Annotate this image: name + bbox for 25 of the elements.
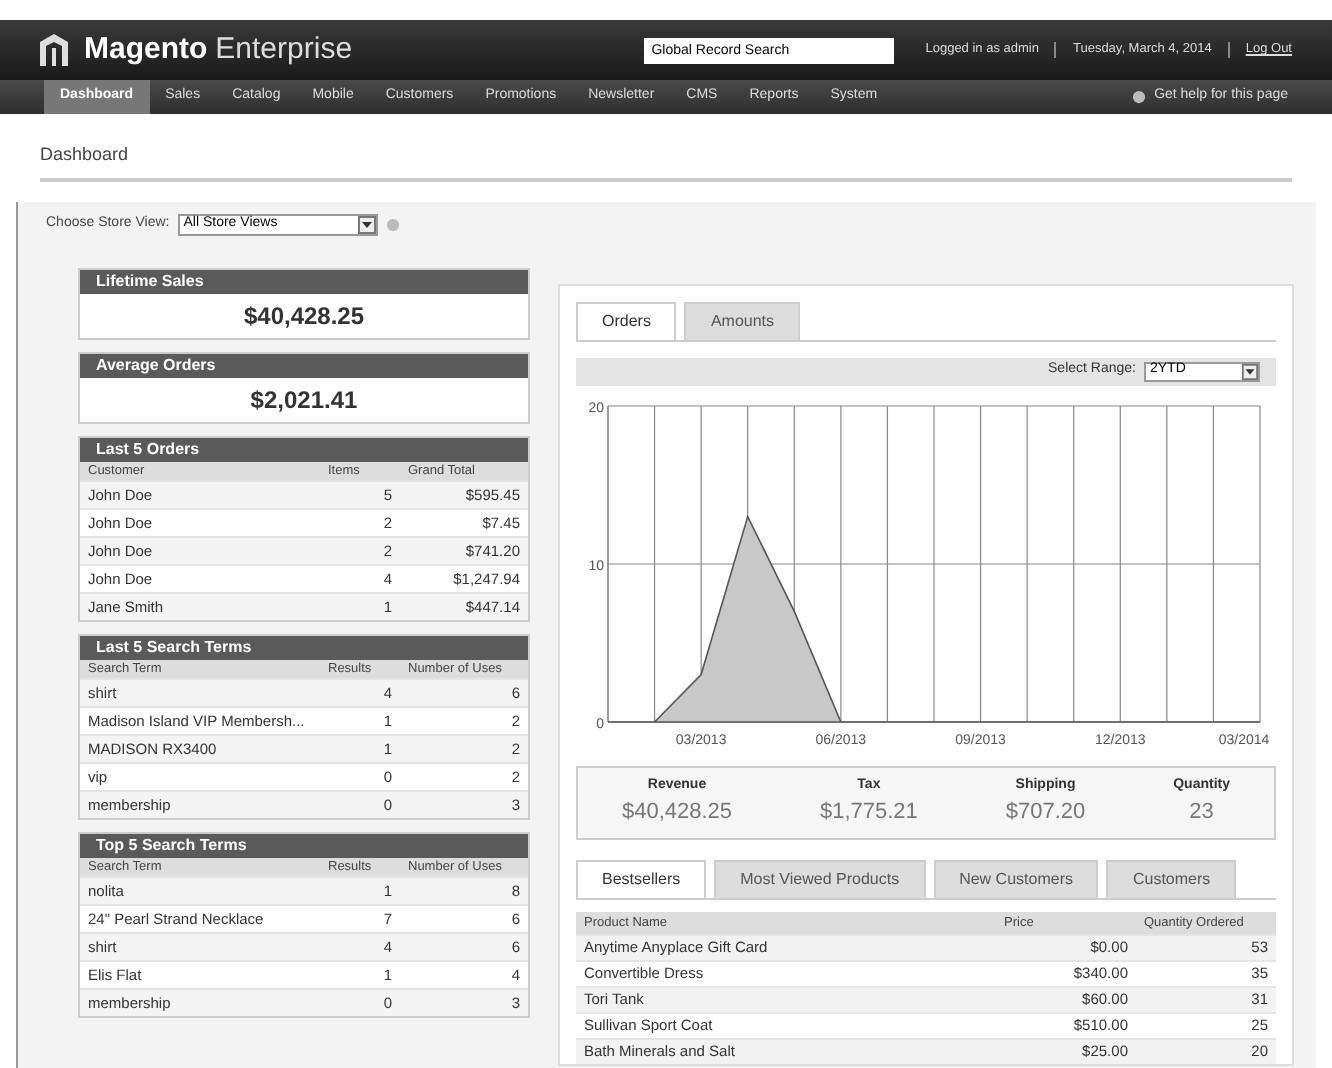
total-value: $1,775.21 — [819, 798, 918, 828]
tab[interactable]: Most Viewed Products — [714, 859, 926, 897]
stat-value: $2,021.41 — [248, 383, 360, 417]
tab[interactable]: Amounts — [684, 301, 801, 339]
logo-icon — [40, 34, 68, 66]
widget-title: Top 5 Search Terms — [80, 833, 528, 857]
total-value: $707.20 — [1005, 798, 1086, 828]
widget-title: Last 5 Orders — [80, 437, 528, 461]
total-value: $40,428.25 — [621, 798, 733, 828]
total-value: 23 — [1189, 798, 1214, 828]
dropdown-arrow-icon — [357, 215, 376, 233]
stat-value: $40,428.25 — [241, 299, 367, 333]
tab[interactable]: Customers — [1106, 859, 1237, 897]
tab[interactable]: Orders — [576, 301, 677, 339]
tab[interactable]: Bestsellers — [576, 859, 707, 897]
logo-suffix: Enterprise — [215, 29, 353, 70]
widget-title: Last 5 Search Terms — [80, 635, 528, 659]
page-title: Dashboard — [40, 142, 1292, 181]
widget-title: Average Orders — [80, 353, 528, 377]
help-icon — [1132, 90, 1147, 104]
widget-title: Lifetime Sales — [80, 269, 528, 293]
dropdown-arrow-icon — [1242, 363, 1258, 379]
logo-text: Magento — [84, 29, 208, 70]
tab[interactable]: New Customers — [933, 859, 1099, 897]
help-icon — [385, 217, 400, 231]
